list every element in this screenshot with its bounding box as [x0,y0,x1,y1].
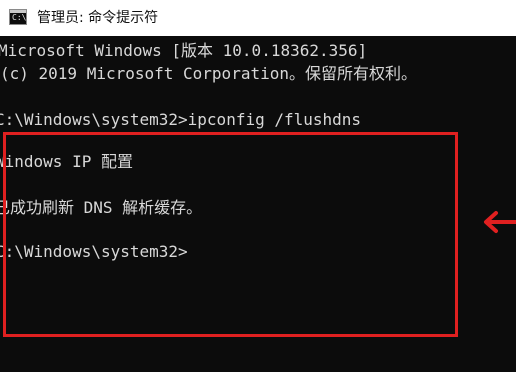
cmd-console-icon: C:\ [9,9,27,25]
console-line-version: Microsoft Windows [版本 10.0.18362.356] [0,41,368,60]
console-output[interactable]: Microsoft Windows [版本 10.0.18362.356] (c… [0,36,516,372]
command-prompt-window: C:\ 管理员: 命令提示符 Microsoft Windows [版本 10.… [0,0,516,372]
title-bar[interactable]: C:\ 管理员: 命令提示符 [0,0,516,36]
console-line-copyright: (c) 2019 Microsoft Corporation。保留所有权利。 [0,64,417,83]
window-title: 管理员: 命令提示符 [37,10,159,26]
left-arrow-icon [484,211,516,233]
console-line-command: C:\Windows\system32>ipconfig /flushdns [0,110,362,129]
icon-prompt-text: C:\ [12,13,27,22]
highlight-box [3,132,458,337]
